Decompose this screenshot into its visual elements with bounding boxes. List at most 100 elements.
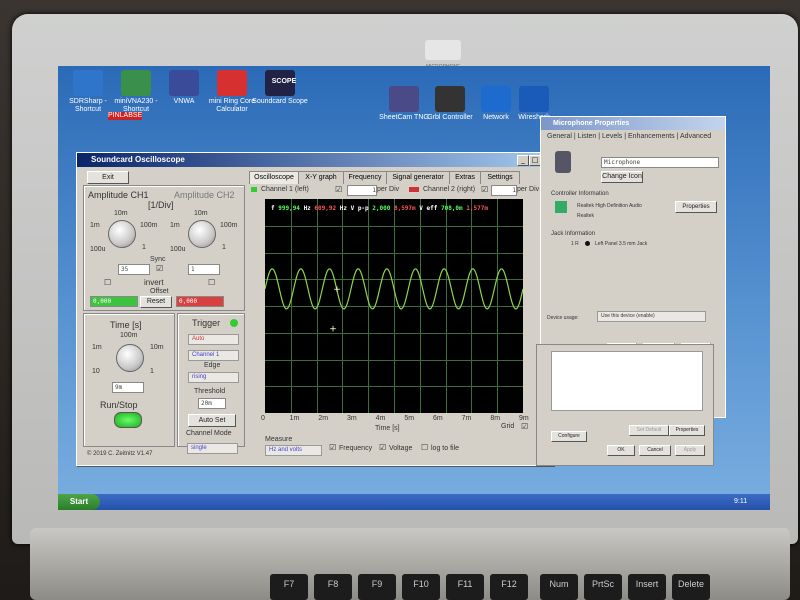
sound-cancel-button[interactable]: Cancel bbox=[639, 445, 671, 456]
threshold-field[interactable]: 20m bbox=[198, 398, 226, 409]
ch2-amplitude-knob[interactable] bbox=[188, 220, 216, 248]
time-tick-label: 1m bbox=[289, 415, 300, 422]
start-button[interactable]: Start bbox=[58, 494, 100, 510]
time-tick-label: 7m bbox=[461, 415, 472, 422]
ch1-enable-checkbox[interactable]: ☑ bbox=[335, 185, 342, 194]
tab-extras[interactable]: Extras bbox=[449, 171, 481, 184]
scope-svg: ++ bbox=[265, 268, 523, 335]
ch1-scale-label: 100m bbox=[140, 222, 158, 229]
freq-label: f bbox=[271, 205, 275, 212]
jack-icon bbox=[585, 241, 590, 246]
run-stop-toggle[interactable] bbox=[114, 412, 142, 428]
ch1-amplitude-knob[interactable] bbox=[108, 220, 136, 248]
auto-set-button[interactable]: Auto Set bbox=[188, 414, 236, 427]
ch1-scale-label: 1m bbox=[90, 222, 100, 229]
mic-tab-levels[interactable]: Levels bbox=[602, 133, 622, 140]
controller-properties-button[interactable]: Properties bbox=[675, 201, 717, 213]
device-usage-select[interactable]: Use this device (enable) bbox=[597, 311, 706, 322]
mic-tab-general[interactable]: General bbox=[547, 133, 572, 140]
exit-button[interactable]: Exit bbox=[87, 171, 129, 184]
time-tick-label: 8m bbox=[490, 415, 501, 422]
keyboard-row: F7 F8 F9 F10 F11 F12 Num PrtSc Insert Delete bbox=[70, 570, 800, 600]
edge-select[interactable]: rising bbox=[188, 372, 239, 383]
measure-title: Measure bbox=[265, 436, 293, 443]
trigger-title: Trigger bbox=[192, 318, 221, 328]
trigger-channel-select[interactable]: Channel 1 bbox=[188, 350, 239, 361]
speaker-icon bbox=[555, 201, 567, 213]
microphone-icon bbox=[555, 151, 571, 173]
vpp-ch2: 8,597m bbox=[393, 205, 416, 212]
threshold-label: Threshold bbox=[194, 388, 226, 395]
desktop-icon[interactable]: Soundcard Scope bbox=[250, 70, 310, 106]
voltage-checkbox[interactable]: ☑ bbox=[379, 443, 386, 452]
time-field[interactable]: 9m bbox=[112, 382, 144, 393]
ch2-amplitude-field[interactable]: 1 bbox=[188, 264, 220, 275]
sync-checkbox[interactable]: ☑ bbox=[156, 264, 163, 273]
jack-info-label: Jack Information bbox=[551, 231, 596, 237]
vpp-label: V p-p bbox=[350, 205, 369, 212]
sound-ok-button[interactable]: OK bbox=[607, 445, 635, 456]
ch1-offset-field[interactable]: 0,000 bbox=[90, 296, 138, 307]
jack-name: Left Panel 3.5 mm Jack bbox=[595, 241, 648, 247]
mic-tab-advanced[interactable]: Advanced bbox=[680, 133, 711, 140]
app-icon bbox=[121, 70, 151, 96]
trigger-mode-select[interactable]: Auto bbox=[188, 334, 239, 345]
invert-ch2-checkbox[interactable]: ☐ bbox=[208, 278, 215, 287]
time-tick-label: 5m bbox=[404, 415, 415, 422]
app-icon bbox=[389, 86, 419, 112]
grid-checkbox[interactable]: ☑ bbox=[521, 422, 528, 431]
log-label: log to file bbox=[431, 445, 460, 452]
mic-tab-listen[interactable]: Listen bbox=[578, 133, 597, 140]
mic-name-field[interactable]: Microphone bbox=[601, 157, 719, 168]
app-icon bbox=[435, 86, 465, 112]
configure-button[interactable]: Configure bbox=[551, 431, 587, 442]
set-default-button[interactable]: Set Default bbox=[629, 425, 669, 436]
channel-mode-label: Channel Mode bbox=[186, 430, 232, 437]
device-list[interactable] bbox=[551, 351, 703, 411]
ch1-scale-label: 100u bbox=[90, 246, 106, 253]
sound-dialog: Configure Set Default Properties OK Canc… bbox=[536, 344, 714, 466]
cursor-2[interactable]: + bbox=[329, 325, 337, 335]
time-tick-label: 9m bbox=[519, 415, 529, 422]
reset-button[interactable]: Reset bbox=[140, 296, 172, 308]
time-title: Time [s] bbox=[110, 320, 142, 330]
tab-xy-graph[interactable]: X-Y graph bbox=[298, 171, 344, 184]
tab-oscilloscope[interactable]: Oscilloscope bbox=[249, 171, 299, 184]
measure-select[interactable]: Hz and volts bbox=[265, 445, 322, 456]
veff-ch2: 1,577m bbox=[466, 205, 488, 212]
readout-bar: f 999,94 Hz 609,92 Hz V p-p 2,000 8,597m… bbox=[271, 205, 488, 212]
time-scale-label: 10 bbox=[92, 368, 100, 375]
frequency-checkbox[interactable]: ☑ bbox=[329, 443, 336, 452]
sound-apply-button[interactable]: Apply bbox=[675, 445, 705, 456]
minimize-button[interactable]: _ bbox=[517, 155, 529, 166]
invert-ch1-checkbox[interactable]: ☐ bbox=[104, 278, 111, 287]
taskbar bbox=[58, 494, 770, 510]
log-checkbox[interactable]: ☐ bbox=[421, 443, 428, 452]
app-icon bbox=[217, 70, 247, 96]
tab-settings[interactable]: Settings bbox=[480, 171, 520, 184]
edge-label: Edge bbox=[204, 362, 221, 369]
scope-display[interactable]: + + f 999,94 Hz 609,92 Hz V p-p 2,000 8,5… bbox=[265, 199, 523, 413]
ch1-per-div-field[interactable]: 1 bbox=[347, 185, 377, 196]
ch2-scale-label: 100u bbox=[170, 246, 186, 253]
tab-signal-generator[interactable]: Signal generator bbox=[386, 171, 450, 184]
ch2-color-swatch bbox=[409, 187, 419, 192]
ch2-per-div-field[interactable]: 1 bbox=[491, 185, 517, 196]
ch2-scale-label: 1 bbox=[222, 244, 226, 251]
change-icon-button[interactable]: Change Icon bbox=[601, 171, 643, 183]
time-scale-label: 100m bbox=[120, 332, 138, 339]
device-properties-button[interactable]: Properties bbox=[669, 425, 705, 436]
ch2-offset-field[interactable]: 0,000 bbox=[176, 296, 224, 307]
time-tick-label: 3m bbox=[347, 415, 357, 422]
offset-label: Offset bbox=[150, 288, 169, 295]
mic-tab-enhancements[interactable]: Enhancements bbox=[628, 133, 675, 140]
clock: 9:11 bbox=[734, 498, 748, 505]
ch1-amplitude-field[interactable]: 35 bbox=[118, 264, 150, 275]
ch2-enable-checkbox[interactable]: ☑ bbox=[481, 185, 488, 194]
tab-frequency[interactable]: Frequency bbox=[343, 171, 387, 184]
cursor-1[interactable]: + bbox=[333, 285, 341, 295]
app-icon bbox=[519, 86, 549, 112]
hz-unit: Hz bbox=[339, 205, 347, 212]
channel-mode-select[interactable]: single bbox=[187, 443, 238, 454]
time-knob[interactable] bbox=[116, 344, 144, 372]
